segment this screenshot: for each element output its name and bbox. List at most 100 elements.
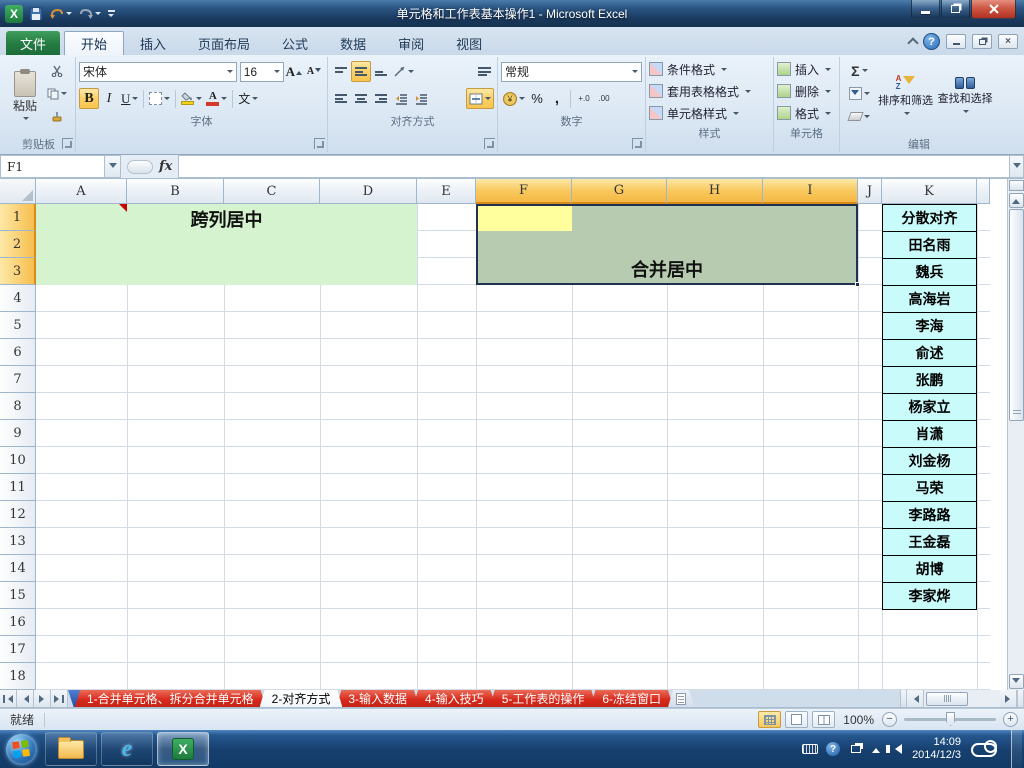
borders-button[interactable]	[147, 88, 172, 109]
workbook-minimize-button[interactable]	[946, 34, 966, 49]
clipboard-dialog-launcher-icon[interactable]	[62, 138, 73, 149]
taskbar-excel-button[interactable]: X	[157, 732, 209, 766]
column-header[interactable]: J	[858, 179, 882, 204]
page-break-view-button[interactable]	[812, 711, 836, 728]
sort-filter-button[interactable]: AZ 排序和筛选	[876, 58, 936, 135]
orientation-button[interactable]	[391, 61, 416, 82]
shrink-font-button[interactable]: A	[304, 61, 324, 82]
help-icon[interactable]: ?	[923, 33, 940, 50]
next-sheet-button[interactable]	[34, 690, 51, 707]
name-cell[interactable]: 李家烨	[882, 583, 977, 610]
name-cell[interactable]: 胡博	[882, 556, 977, 583]
styles-menu-button[interactable]: 单元格样式	[649, 102, 770, 124]
column-header[interactable]: E	[417, 179, 476, 204]
split-handle[interactable]	[1008, 180, 1024, 191]
select-all-corner[interactable]	[0, 179, 36, 204]
zoom-slider-handle[interactable]	[946, 712, 955, 726]
name-cell[interactable]: 田名雨	[882, 232, 977, 259]
sheet-tab[interactable]: 6-冻结窗口	[590, 690, 673, 707]
customize-qat-button[interactable]	[106, 5, 116, 23]
fill-color-button[interactable]	[179, 88, 204, 109]
column-header[interactable]: H	[667, 179, 763, 204]
vertical-scroll-thumb[interactable]	[1008, 209, 1024, 421]
tab-split-handle-right[interactable]	[1017, 690, 1024, 707]
paste-dropdown-icon[interactable]	[23, 116, 29, 123]
align-left-button[interactable]	[331, 88, 351, 109]
cell-grid[interactable]: 跨列居中 合并居中 分散对齐 田名雨 魏兵 高海岩 李海 俞述 张鹏 杨家立 肖…	[36, 204, 990, 690]
row-header[interactable]: 17	[0, 636, 36, 663]
row-header[interactable]: 8	[0, 393, 36, 420]
taskbar-explorer-button[interactable]	[45, 732, 97, 766]
bold-button[interactable]: B	[79, 88, 99, 109]
insert-worksheet-button[interactable]	[668, 690, 694, 707]
sheet-tab[interactable]: 3-输入数据	[336, 690, 419, 707]
row-header[interactable]: 10	[0, 447, 36, 474]
name-cell[interactable]: 杨家立	[882, 394, 977, 421]
styles-menu-button[interactable]: 套用表格格式	[649, 80, 770, 102]
show-hidden-icons-button[interactable]	[872, 744, 881, 753]
taskbar-clock[interactable]: 14:09 2014/12/3	[912, 736, 961, 762]
grow-font-button[interactable]: A	[284, 61, 304, 82]
format-painter-button[interactable]	[45, 106, 69, 127]
horizontal-scroll-thumb[interactable]	[926, 691, 968, 706]
align-right-button[interactable]	[371, 88, 391, 109]
cut-button[interactable]	[45, 60, 69, 81]
row-header[interactable]: 14	[0, 555, 36, 582]
keyboard-tray-icon[interactable]	[802, 742, 819, 756]
row-header[interactable]: 13	[0, 528, 36, 555]
row-header[interactable]: 4	[0, 285, 36, 312]
expand-formula-bar-button[interactable]	[1009, 155, 1024, 178]
font-color-button[interactable]: A	[204, 88, 229, 109]
undo-button[interactable]	[48, 5, 74, 23]
clear-button[interactable]	[843, 106, 876, 127]
file-tab[interactable]: 文件	[6, 31, 60, 55]
alignment-dialog-launcher-icon[interactable]	[484, 138, 495, 149]
name-cell[interactable]: 刘金杨	[882, 448, 977, 475]
workbook-close-button[interactable]: ×	[998, 34, 1018, 49]
copy-button[interactable]	[45, 83, 69, 104]
hscroll-left-button[interactable]	[907, 690, 924, 707]
accounting-format-button[interactable]: ¥	[501, 88, 527, 109]
column-header[interactable]: B	[127, 179, 224, 204]
styles-menu-button[interactable]: 条件格式	[649, 58, 770, 80]
name-box-dropdown[interactable]	[105, 155, 121, 178]
comma-style-button[interactable]: ,	[547, 88, 567, 109]
cells-menu-button[interactable]: 格式	[777, 102, 836, 124]
zoom-in-button[interactable]: +	[1003, 712, 1018, 727]
row-header[interactable]: 3	[0, 258, 36, 285]
row-header[interactable]: 9	[0, 420, 36, 447]
excel-app-icon[interactable]: X	[5, 4, 23, 23]
last-sheet-button[interactable]	[51, 690, 68, 707]
number-dialog-launcher-icon[interactable]	[632, 138, 643, 149]
increase-indent-button[interactable]	[411, 88, 431, 109]
increase-decimal-button[interactable]: +.0	[574, 88, 594, 109]
center-across-region[interactable]: 跨列居中	[36, 204, 417, 285]
wrap-text-button[interactable]	[474, 61, 494, 82]
bottom-align-button[interactable]	[371, 61, 391, 82]
insert-function-button[interactable]: fx	[159, 159, 172, 174]
zoom-slider-track[interactable]	[904, 712, 996, 726]
start-button[interactable]	[6, 733, 37, 765]
name-cell[interactable]: 马荣	[882, 475, 977, 502]
column-header[interactable]: C	[224, 179, 320, 204]
tab-split-handle-left[interactable]	[900, 690, 907, 707]
italic-button[interactable]: I	[99, 88, 119, 109]
fill-handle[interactable]	[855, 282, 860, 287]
column-header[interactable]: D	[320, 179, 417, 204]
sheet-tab[interactable]: 2-对齐方式	[260, 690, 343, 707]
column-header[interactable]: I	[763, 179, 858, 204]
paste-button[interactable]: 粘贴	[5, 58, 45, 135]
scroll-down-button[interactable]	[1008, 674, 1024, 689]
column-header[interactable]	[977, 179, 990, 204]
horizontal-scrollbar[interactable]	[924, 690, 1000, 707]
previous-sheet-button[interactable]	[17, 690, 34, 707]
formula-input[interactable]	[178, 155, 1009, 178]
ribbon-tab[interactable]: 公式	[266, 31, 324, 55]
zoom-out-button[interactable]: −	[882, 712, 897, 727]
row-header[interactable]: 6	[0, 339, 36, 366]
save-button[interactable]	[27, 5, 45, 23]
font-dialog-launcher-icon[interactable]	[314, 138, 325, 149]
name-cell[interactable]: 李路路	[882, 502, 977, 529]
name-cell[interactable]: 高海岩	[882, 286, 977, 313]
hscroll-right-button[interactable]	[1000, 690, 1017, 707]
